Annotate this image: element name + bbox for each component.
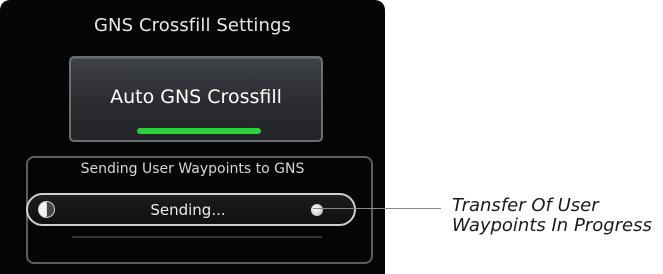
callout-leader-line <box>313 208 441 209</box>
annunciator-on-indicator <box>137 128 261 134</box>
transfer-group-label: Sending User Waypoints to GNS <box>80 161 305 177</box>
auto-gns-crossfill-label: Auto GNS Crossfill <box>110 86 282 108</box>
progress-dot-icon <box>311 204 323 216</box>
page-title: GNS Crossfill Settings <box>94 15 291 36</box>
sending-status-text: Sending... <box>150 201 226 219</box>
callout-annotation: Transfer Of User Waypoints In Progress <box>452 196 652 236</box>
callout-line-1: Transfer Of User <box>452 195 599 216</box>
figure: GNS Crossfill Settings Auto GNS Crossfil… <box>0 0 663 274</box>
divider <box>72 236 322 238</box>
auto-gns-crossfill-button[interactable]: Auto GNS Crossfill <box>69 56 323 142</box>
callout-line-2: Waypoints In Progress <box>452 215 652 236</box>
half-circle-spinner-icon <box>38 201 55 218</box>
transfer-status-field: Sending... <box>26 193 356 226</box>
gns-crossfill-screen: GNS Crossfill Settings Auto GNS Crossfil… <box>0 0 385 274</box>
